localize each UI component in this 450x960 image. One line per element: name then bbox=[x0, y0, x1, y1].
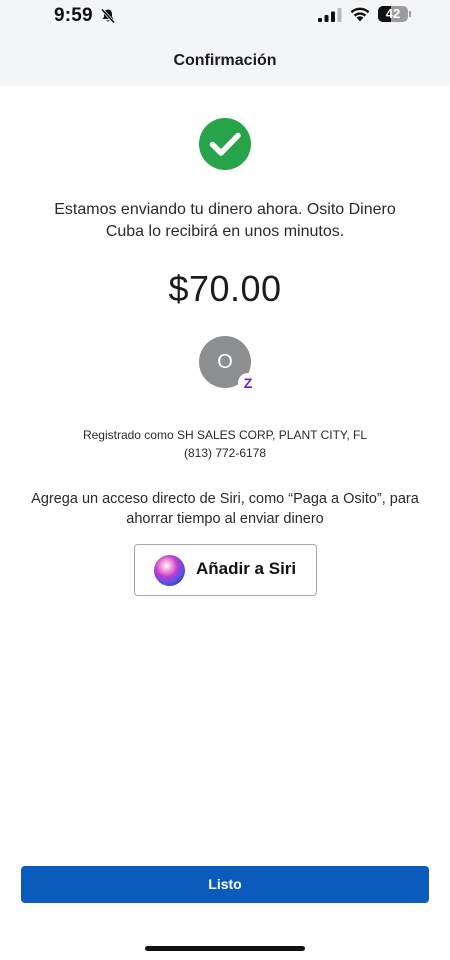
recipient-registration: Registrado como SH SALES CORP, PLANT CIT… bbox=[40, 426, 410, 462]
recipient-phone: (813) 772-6178 bbox=[183, 446, 267, 460]
checkmark-circle-icon bbox=[199, 118, 251, 170]
siri-shortcut-hint: Agrega un acceso directo de Siri, como “… bbox=[31, 491, 419, 527]
add-to-siri-label: Añadir a Siri bbox=[196, 559, 297, 578]
bell-slash-icon bbox=[100, 8, 116, 24]
battery-tip bbox=[409, 11, 411, 17]
registered-as-text: Registrado como SH SALES CORP, PLANT CIT… bbox=[82, 428, 368, 442]
add-to-siri-button[interactable]: Añadir a Siri bbox=[134, 544, 317, 596]
battery-icon: 42 bbox=[378, 6, 408, 22]
confirmation-message: Estamos enviando tu dinero ahora. Osito … bbox=[54, 201, 396, 240]
confirmation-screen: 9:59 42 Confirmación Estamos enviando tu… bbox=[0, 0, 450, 960]
home-indicator[interactable] bbox=[145, 946, 305, 951]
status-time: 9:59 bbox=[54, 5, 93, 26]
cellular-signal-icon bbox=[318, 8, 342, 22]
zelle-badge-icon: Z bbox=[238, 373, 258, 393]
top-bar: 9:59 42 Confirmación bbox=[0, 0, 450, 86]
wifi-icon bbox=[350, 7, 370, 22]
battery-level: 42 bbox=[385, 6, 401, 21]
done-button[interactable]: Listo bbox=[21, 866, 429, 903]
status-bar: 9:59 42 bbox=[0, 0, 450, 34]
siri-icon bbox=[154, 555, 185, 586]
amount-sent: $70.00 bbox=[168, 268, 282, 309]
page-title: Confirmación bbox=[173, 52, 277, 69]
